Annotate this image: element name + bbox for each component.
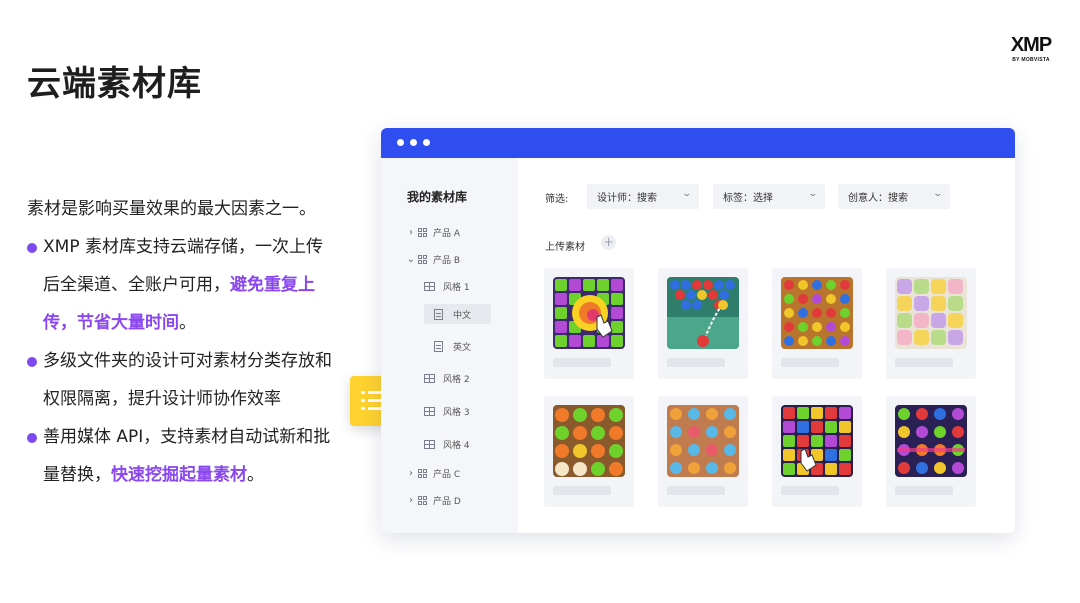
bullet-media-api: 善用媒体 API，支持素材自动试新和批量替换，快速挖掘起量素材。 [27, 418, 332, 494]
monster-match-thumbnail [895, 405, 967, 477]
asset-card[interactable] [544, 396, 634, 507]
window-dot[interactable] [423, 139, 430, 146]
asset-card[interactable] [886, 396, 976, 507]
tree-item-style-4[interactable]: 风格 4 [424, 434, 470, 454]
asset-card[interactable] [772, 396, 862, 507]
chevron-right-icon: › [409, 226, 413, 238]
card-title-placeholder [781, 358, 839, 367]
sidebar-title: 我的素材库 [407, 190, 468, 204]
bullet-text: 多级文件夹的设计可对素材分类存放和权限隔离，提升设计师协作效率 [43, 351, 332, 409]
asset-library-window: 我的素材库 › 产品 A ⌄ 产品 B 风格 1 中文 英文 风格 2 风格 3… [381, 128, 1015, 533]
table-icon [424, 439, 435, 449]
jelly-blocks-thumbnail [781, 405, 853, 477]
window-dot[interactable] [397, 139, 404, 146]
tree-item-english[interactable]: 英文 [434, 336, 471, 356]
chevron-right-icon: › [409, 494, 413, 506]
tree-item-label: 风格 4 [443, 440, 470, 451]
tree-item-label: 风格 1 [443, 282, 470, 293]
logo-tagline: BY MOBVISTA [1012, 57, 1050, 63]
tree-item-label: 风格 3 [443, 407, 470, 418]
chevron-right-icon: › [409, 467, 413, 479]
bullet-cloud-storage: XMP 素材库支持云端存储，一次上传后全渠道、全账户可用，避免重复上传，节省大量… [27, 228, 332, 342]
asset-card[interactable] [886, 268, 976, 379]
asset-card[interactable] [544, 268, 634, 379]
upload-label: 上传素材 [545, 242, 585, 253]
library-sidebar: 我的素材库 › 产品 A ⌄ 产品 B 风格 1 中文 英文 风格 2 风格 3… [381, 158, 518, 533]
document-icon [434, 308, 443, 320]
tree-item-product-a[interactable]: › 产品 A [406, 222, 460, 242]
asset-card[interactable] [658, 268, 748, 379]
asset-card[interactable] [658, 396, 748, 507]
dropdown-label: 标签：选择 [723, 193, 773, 204]
flower-match-thumbnail [667, 405, 739, 477]
tree-item-style-3[interactable]: 风格 3 [424, 401, 470, 421]
dropdown-label: 设计师：搜索 [597, 193, 657, 204]
tree-item-label: 中文 [453, 310, 472, 321]
tree-item-product-d[interactable]: › 产品 D [406, 490, 461, 510]
window-titlebar [381, 128, 1015, 158]
bullet-dot [27, 243, 37, 253]
tree-item-product-b[interactable]: ⌄ 产品 B [406, 249, 460, 269]
description-text: 素材是影响买量效果的最大因素之一。 XMP 素材库支持云端存储，一次上传后全渠道… [27, 190, 332, 494]
slide-title: 云端素材库 [27, 64, 202, 104]
tree-item-label: 产品 D [433, 496, 461, 507]
folder-grid-icon [418, 495, 427, 505]
bullet-tail: 。 [179, 313, 196, 333]
tree-item-chinese[interactable]: 中文 [424, 304, 491, 324]
bullet-highlight: 快速挖掘起量素材 [111, 465, 247, 485]
bullet-dot [27, 357, 37, 367]
card-title-placeholder [895, 358, 953, 367]
tree-item-style-2[interactable]: 风格 2 [424, 368, 470, 388]
card-title-placeholder [667, 486, 725, 495]
plus-icon[interactable]: + [601, 235, 616, 250]
folder-grid-icon [418, 227, 427, 237]
tree-item-label: 产品 B [433, 255, 461, 266]
fruit-faces-thumbnail [553, 405, 625, 477]
table-icon [424, 373, 435, 383]
tree-item-product-c[interactable]: › 产品 C [406, 463, 460, 483]
tree-item-label: 产品 C [433, 469, 461, 480]
intro-text: 素材是影响买量效果的最大因素之一。 [27, 199, 316, 219]
asset-card[interactable] [772, 268, 862, 379]
tag-filter-dropdown[interactable]: 标签：选择 ⌄ [713, 184, 825, 209]
chevron-down-icon: ⌄ [681, 189, 693, 199]
designer-filter-dropdown[interactable]: 设计师：搜索 ⌄ [587, 184, 699, 209]
folder-grid-icon [418, 254, 427, 264]
folder-grid-icon [418, 468, 427, 478]
bullet-dot [27, 433, 37, 443]
tree-item-label: 英文 [453, 342, 472, 353]
dropdown-label: 创意人：搜索 [848, 193, 908, 204]
window-dot[interactable] [410, 139, 417, 146]
creator-filter-dropdown[interactable]: 创意人：搜索 ⌄ [838, 184, 950, 209]
tree-item-style-1[interactable]: 风格 1 [424, 276, 470, 296]
card-title-placeholder [553, 358, 611, 367]
gem-match-thumbnail [781, 277, 853, 349]
table-icon [424, 281, 435, 291]
document-icon [434, 340, 443, 352]
pastel-animals-thumbnail [895, 277, 967, 349]
bubble-shooter-thumbnail [667, 277, 739, 349]
bullet-folders: 多级文件夹的设计可对素材分类存放和权限隔离，提升设计师协作效率 [27, 342, 332, 418]
card-title-placeholder [553, 486, 611, 495]
card-title-placeholder [895, 486, 953, 495]
xmp-logo: XMP BY MOBVISTA [1008, 35, 1054, 63]
card-title-placeholder [667, 358, 725, 367]
filter-label: 筛选: [545, 194, 569, 205]
card-title-placeholder [781, 486, 839, 495]
tree-item-label: 风格 2 [443, 374, 470, 385]
chevron-down-icon: ⌄ [932, 189, 944, 199]
table-icon [424, 406, 435, 416]
candy-tap-thumbnail [553, 277, 625, 349]
bullet-tail: 。 [247, 465, 264, 485]
logo-wordmark: XMP [1010, 34, 1052, 56]
tree-item-label: 产品 A [433, 228, 461, 239]
chevron-down-icon: ⌄ [807, 189, 819, 199]
chevron-down-icon: ⌄ [406, 253, 416, 265]
